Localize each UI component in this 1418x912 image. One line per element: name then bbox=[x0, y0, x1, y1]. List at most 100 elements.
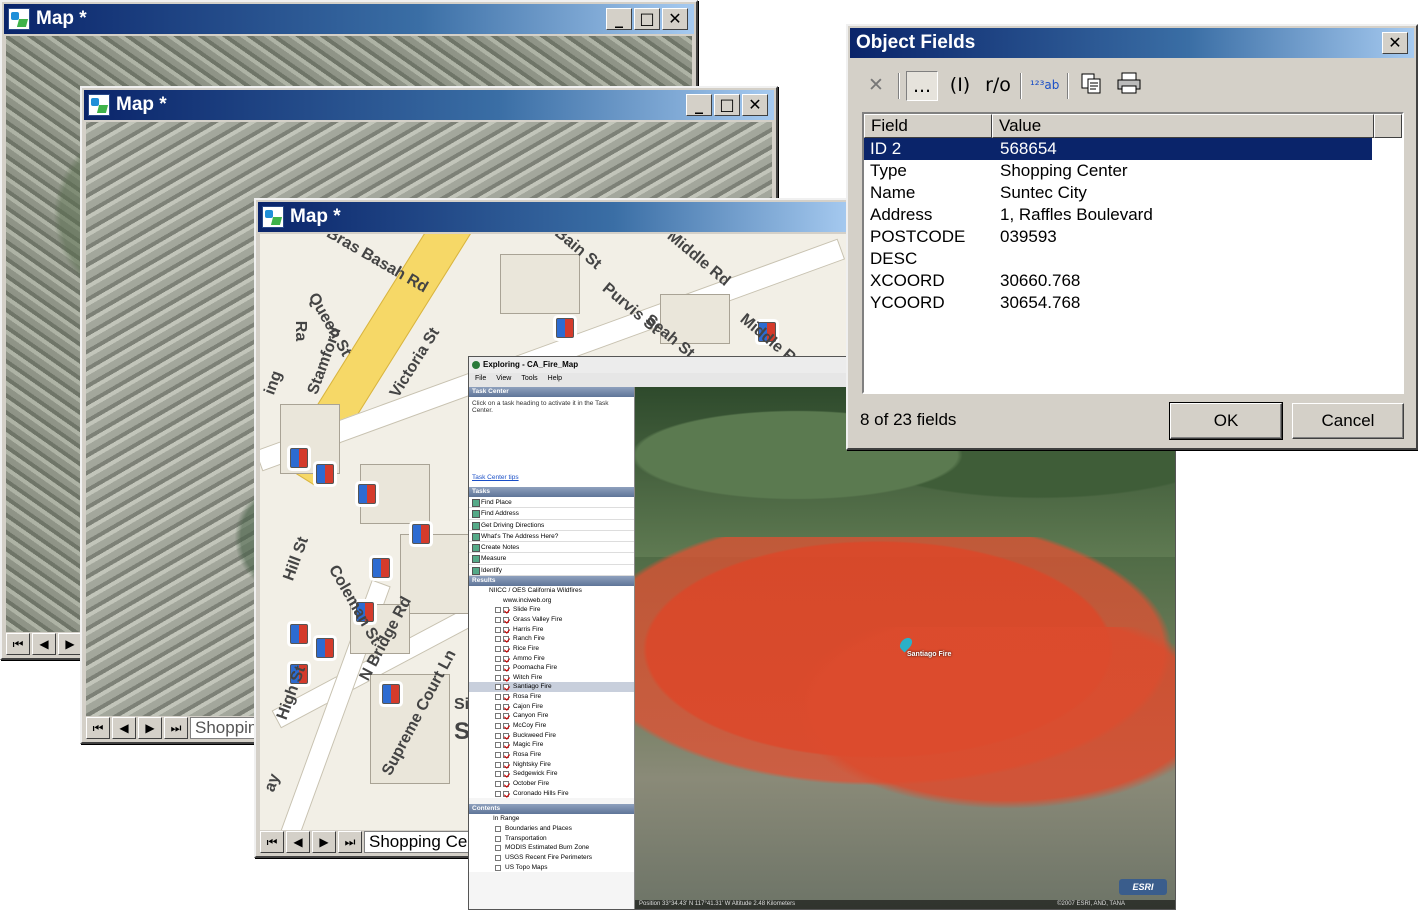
checkbox[interactable] bbox=[503, 723, 509, 730]
ellipsis-button[interactable]: ... bbox=[906, 71, 938, 101]
contents-item[interactable]: Boundaries and Places bbox=[469, 823, 634, 834]
checkbox[interactable] bbox=[495, 713, 501, 720]
checkbox[interactable] bbox=[495, 665, 501, 672]
previous-record-button[interactable]: ◀ bbox=[32, 633, 56, 655]
field-column-header[interactable]: Field bbox=[864, 114, 992, 138]
result-item[interactable]: Grass Valley Fire bbox=[469, 615, 634, 625]
table-row[interactable]: DESC bbox=[864, 248, 1402, 270]
checkbox[interactable] bbox=[503, 713, 509, 720]
last-record-button[interactable]: ⏭ bbox=[338, 831, 362, 853]
title-bar[interactable]: Map * _ □ ✕ bbox=[4, 4, 694, 34]
results-site[interactable]: www.inciweb.org bbox=[469, 595, 634, 606]
result-item[interactable]: Buckweed Fire bbox=[469, 730, 634, 741]
copy-icon[interactable] bbox=[1075, 71, 1107, 101]
building-poi-icon[interactable] bbox=[290, 448, 308, 468]
menu-file[interactable]: File bbox=[475, 373, 486, 385]
result-item[interactable]: Ammo Fire bbox=[469, 653, 634, 664]
contents-header[interactable]: Contents bbox=[469, 804, 634, 815]
close-button[interactable]: ✕ bbox=[662, 8, 688, 30]
checkbox[interactable] bbox=[503, 703, 509, 710]
checkbox[interactable] bbox=[495, 742, 501, 749]
menu-tools[interactable]: Tools bbox=[521, 373, 537, 385]
field-type-icon[interactable]: ¹²³ab bbox=[1028, 71, 1061, 101]
checkbox[interactable] bbox=[495, 771, 501, 778]
checkbox[interactable] bbox=[495, 854, 501, 861]
result-item[interactable]: Magic Fire bbox=[469, 740, 634, 750]
result-item[interactable]: Canyon Fire bbox=[469, 711, 634, 722]
table-row-selected[interactable]: ID 2 568654 bbox=[864, 138, 1372, 160]
minimize-button[interactable]: _ bbox=[686, 94, 712, 116]
table-row[interactable]: POSTCODE 039593 bbox=[864, 226, 1402, 248]
result-item[interactable]: Rosa Fire bbox=[469, 749, 634, 760]
previous-record-button[interactable]: ◀ bbox=[286, 831, 310, 853]
checkbox[interactable] bbox=[495, 655, 501, 662]
first-record-button[interactable]: ⏮ bbox=[6, 633, 30, 655]
result-item[interactable]: Slide Fire bbox=[469, 605, 634, 615]
checkbox[interactable] bbox=[503, 790, 509, 797]
checkbox[interactable] bbox=[495, 835, 501, 842]
task-item[interactable]: Find Place bbox=[469, 497, 634, 509]
building-poi-icon[interactable] bbox=[372, 558, 390, 578]
checkbox[interactable] bbox=[503, 626, 509, 633]
result-item-selected[interactable]: Santiago Fire bbox=[469, 682, 634, 693]
building-poi-icon[interactable] bbox=[290, 624, 308, 644]
checkbox[interactable] bbox=[503, 751, 509, 758]
result-item[interactable]: Witch Fire bbox=[469, 672, 634, 683]
checkbox[interactable] bbox=[495, 723, 501, 730]
building-poi-icon[interactable] bbox=[412, 524, 430, 544]
checkbox[interactable] bbox=[495, 645, 501, 652]
close-button[interactable]: ✕ bbox=[1382, 32, 1408, 54]
checkbox[interactable] bbox=[495, 780, 501, 787]
checkbox[interactable] bbox=[495, 626, 501, 633]
value-column-header[interactable]: Value bbox=[992, 114, 1374, 138]
building-poi-icon[interactable] bbox=[316, 638, 334, 658]
building-poi-icon[interactable] bbox=[316, 464, 334, 484]
checkbox[interactable] bbox=[495, 694, 501, 701]
title-bar[interactable]: Map * bbox=[258, 202, 850, 232]
task-item[interactable]: Get Driving Directions bbox=[469, 519, 634, 531]
checkbox[interactable] bbox=[503, 761, 509, 768]
task-center-header[interactable]: Task Center bbox=[469, 387, 634, 397]
checkbox[interactable] bbox=[503, 732, 509, 739]
task-center-tips-link[interactable]: Task Center tips bbox=[472, 474, 519, 481]
results-header[interactable]: Results bbox=[469, 576, 634, 587]
checkbox[interactable] bbox=[503, 742, 509, 749]
table-row[interactable]: Address 1, Raffles Boulevard bbox=[864, 204, 1402, 226]
checkbox[interactable] bbox=[503, 655, 509, 662]
contents-item[interactable]: Transportation bbox=[469, 833, 634, 844]
checkbox[interactable] bbox=[495, 703, 501, 710]
contents-item[interactable]: USGS Recent Fire Perimeters bbox=[469, 852, 634, 863]
checkbox[interactable] bbox=[503, 771, 509, 778]
result-item[interactable]: Cajon Fire bbox=[469, 701, 634, 712]
checkbox[interactable] bbox=[495, 636, 501, 643]
checkbox[interactable] bbox=[503, 780, 509, 787]
checkbox[interactable] bbox=[503, 617, 509, 623]
checkbox[interactable] bbox=[503, 645, 509, 652]
result-item[interactable]: Rice Fire bbox=[469, 643, 634, 654]
checkbox[interactable] bbox=[495, 864, 501, 871]
table-row[interactable]: YCOORD 30654.768 bbox=[864, 292, 1402, 314]
checkbox[interactable] bbox=[495, 607, 501, 614]
next-record-button[interactable]: ▶ bbox=[312, 831, 336, 853]
checkbox[interactable] bbox=[503, 674, 509, 681]
checkbox[interactable] bbox=[495, 732, 501, 739]
result-item[interactable]: Sedgewick Fire bbox=[469, 769, 634, 779]
task-item[interactable]: Identify bbox=[469, 564, 634, 577]
table-row[interactable]: Name Suntec City bbox=[864, 182, 1402, 204]
close-button[interactable]: ✕ bbox=[742, 94, 768, 116]
fire-perimeter-area[interactable] bbox=[755, 627, 1175, 827]
checkbox[interactable] bbox=[503, 684, 509, 691]
ok-button[interactable]: OK bbox=[1169, 402, 1283, 440]
checkbox[interactable] bbox=[495, 674, 501, 681]
task-item[interactable]: Create Notes bbox=[469, 542, 634, 554]
3d-globe-view[interactable]: Santiago Fire ESRI Position 33°34.43' N … bbox=[635, 387, 1175, 909]
menu-help[interactable]: Help bbox=[548, 373, 562, 385]
table-row[interactable]: XCOORD 30660.768 bbox=[864, 270, 1402, 292]
checkbox[interactable] bbox=[495, 825, 501, 832]
contents-root[interactable]: In Range bbox=[469, 814, 634, 824]
read-only-button[interactable]: r/o bbox=[982, 71, 1014, 101]
contents-item[interactable]: US Topo Maps bbox=[469, 862, 634, 873]
result-item[interactable]: McCoy Fire bbox=[469, 721, 634, 731]
maximize-button[interactable]: □ bbox=[714, 94, 740, 116]
checkbox[interactable] bbox=[495, 617, 501, 623]
